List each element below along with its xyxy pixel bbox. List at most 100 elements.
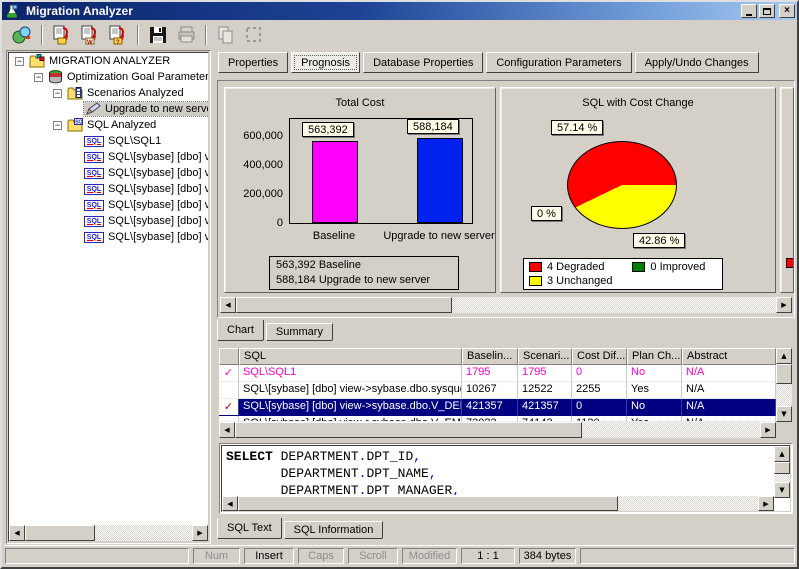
scroll-thumb[interactable] xyxy=(238,496,618,511)
column-header-scenario[interactable]: Scenari... xyxy=(518,348,572,365)
tab-configuration-parameters[interactable]: Configuration Parameters xyxy=(486,52,631,73)
tree-item-sql[interactable]: SQL SQL\[sybase] [dbo] v xyxy=(9,149,208,165)
scroll-track[interactable] xyxy=(238,496,758,511)
minimize-button[interactable] xyxy=(741,4,757,18)
scroll-track[interactable] xyxy=(774,462,790,482)
grid-row[interactable]: ✓ SQL\SQL1 1795 1795 0 No N/A xyxy=(219,365,792,382)
tab-chart[interactable]: Chart xyxy=(217,320,264,341)
scroll-up-icon[interactable]: ▲ xyxy=(774,446,790,462)
scroll-thumb[interactable] xyxy=(774,462,790,474)
scroll-thumb[interactable] xyxy=(776,364,792,384)
scroll-track[interactable] xyxy=(236,297,776,313)
row-check-icon[interactable]: ✓ xyxy=(219,399,239,416)
grid-hscrollbar[interactable]: ◀ ▶ xyxy=(219,422,776,438)
tab-summary[interactable]: Summary xyxy=(266,323,333,341)
tree-item-optimization-goal-parameter[interactable]: − Optimization Goal Parameter xyxy=(9,69,208,85)
scroll-thumb[interactable] xyxy=(25,525,95,541)
status-panel-position: 1 : 1 xyxy=(461,548,515,564)
tree-item-migration-analyzer[interactable]: − MIGRATION ANALYZER xyxy=(9,53,208,69)
tree-item-sql-analyzed[interactable]: − SQL SQL Analyzed xyxy=(9,117,208,133)
tab-sql-information[interactable]: SQL Information xyxy=(284,521,384,539)
bar-plot: 0 200,000 400,000 600,000 563,392 588,18… xyxy=(289,118,473,224)
export-report-word-icon: W xyxy=(79,25,101,45)
tree-item-sql[interactable]: SQL SQL\[sybase] [dbo] v xyxy=(9,181,208,197)
export-report-1-button[interactable] xyxy=(48,22,76,47)
tree-item-upgrade-to-new-server[interactable]: Upgrade to new serve xyxy=(9,101,208,117)
scroll-down-icon[interactable]: ▼ xyxy=(776,406,792,422)
grid-header: SQL Baselin... Scenari... Cost Dif... Pl… xyxy=(219,348,792,365)
scroll-up-icon[interactable]: ▲ xyxy=(776,348,792,364)
print-icon xyxy=(175,25,197,45)
sql-result-grid: SQL Baselin... Scenari... Cost Dif... Pl… xyxy=(219,348,792,422)
sql-hscrollbar[interactable]: ◀ ▶ xyxy=(222,496,774,511)
toolbar-separator xyxy=(137,25,139,45)
tree-selection: Upgrade to new serve xyxy=(84,102,209,116)
column-header-abstract[interactable]: Abstract xyxy=(682,348,776,365)
scroll-left-icon[interactable]: ◀ xyxy=(9,525,25,541)
scroll-track[interactable] xyxy=(25,525,192,541)
sql-text-panel: SELECT DEPARTMENT.DPT_ID, DEPARTMENT.DPT… xyxy=(219,443,793,514)
tree-item-label: Upgrade to new serve xyxy=(105,103,209,115)
scroll-down-icon[interactable]: ▼ xyxy=(774,482,790,498)
column-header-plan-ch[interactable]: Plan Ch... xyxy=(627,348,682,365)
tab-apply-undo-changes[interactable]: Apply/Undo Changes xyxy=(635,52,759,73)
tree-item-sql[interactable]: SQL SQL\SQL1 xyxy=(9,133,208,149)
scroll-track[interactable] xyxy=(776,364,792,406)
grid-row[interactable]: SQL\[sybase] [dbo] view->sybase.dbo.sysq… xyxy=(219,382,792,399)
export-report-3-button[interactable]: ? xyxy=(104,22,132,47)
column-header-check[interactable] xyxy=(219,348,239,365)
status-panel-size: 384 bytes xyxy=(519,548,576,564)
tree-item-sql[interactable]: SQL SQL\[sybase] [dbo] v xyxy=(9,197,208,213)
tree-hscrollbar[interactable]: ◀ ▶ xyxy=(9,525,208,541)
grid-row-selected[interactable]: ✓ SQL\[sybase] [dbo] view->sybase.dbo.V_… xyxy=(219,399,792,416)
collapse-icon[interactable]: − xyxy=(34,73,43,82)
chart-title: Total Cost xyxy=(225,97,495,109)
scroll-left-icon[interactable]: ◀ xyxy=(222,496,238,511)
tab-database-properties[interactable]: Database Properties xyxy=(363,52,483,73)
sql-icon: SQL xyxy=(84,232,104,243)
scroll-right-icon[interactable]: ▶ xyxy=(776,297,792,313)
scroll-right-icon[interactable]: ▶ xyxy=(192,525,208,541)
tab-properties[interactable]: Properties xyxy=(218,52,288,73)
tree-item-sql[interactable]: SQL SQL\[sybase] [dbo] v xyxy=(9,165,208,181)
y-tick-label: 0 xyxy=(277,217,283,229)
sql-cost-change-chart: SQL with Cost Change 57.14 % 0 % 42.86 %… xyxy=(500,87,776,293)
column-header-cost-dif[interactable]: Cost Dif... xyxy=(572,348,627,365)
analyze-wizard-icon xyxy=(11,25,33,45)
tab-prognosis[interactable]: Prognosis xyxy=(291,52,360,73)
tab-sql-text[interactable]: SQL Text xyxy=(217,518,282,539)
tree-item-sql[interactable]: SQL SQL\[sybase] [dbo] v xyxy=(9,229,208,245)
collapse-icon[interactable]: − xyxy=(15,57,24,66)
y-tick-label: 400,000 xyxy=(243,159,283,171)
export-report-word-button[interactable]: W xyxy=(76,22,104,47)
scroll-thumb[interactable] xyxy=(235,422,582,438)
sql-text[interactable]: SELECT DEPARTMENT.DPT_ID, DEPARTMENT.DPT… xyxy=(226,448,770,495)
sql-vscrollbar[interactable]: ▲ ▼ xyxy=(774,446,790,498)
maximize-button[interactable] xyxy=(759,4,775,18)
tree-item-sql[interactable]: SQL SQL\[sybase] [dbo] v xyxy=(9,213,208,229)
scroll-thumb[interactable] xyxy=(236,297,452,313)
analyze-wizard-button[interactable] xyxy=(8,22,36,47)
scroll-left-icon[interactable]: ◀ xyxy=(219,422,235,438)
scroll-right-icon[interactable]: ▶ xyxy=(758,496,774,511)
column-header-sql[interactable]: SQL xyxy=(239,348,462,365)
row-check-icon[interactable] xyxy=(219,382,239,399)
close-button[interactable]: × xyxy=(779,4,795,18)
status-panel-caps: Caps xyxy=(298,548,344,564)
maximize-icon xyxy=(763,8,771,15)
scroll-track[interactable] xyxy=(235,422,760,438)
folder-scenarios-icon xyxy=(67,86,83,100)
bar-chart-legend: 563,392 Baseline 588,184 Upgrade to new … xyxy=(269,256,459,290)
status-panel-extra xyxy=(580,548,795,564)
scroll-right-icon[interactable]: ▶ xyxy=(760,422,776,438)
chart-hscrollbar[interactable]: ◀ ▶ xyxy=(220,297,792,313)
scroll-left-icon[interactable]: ◀ xyxy=(220,297,236,313)
column-header-baseline[interactable]: Baselin... xyxy=(462,348,518,365)
save-button[interactable] xyxy=(144,22,172,47)
tree-item-scenarios-analyzed[interactable]: − Scenarios Analyzed xyxy=(9,85,208,101)
grid-vscrollbar[interactable]: ▲ ▼ xyxy=(776,348,792,422)
collapse-icon[interactable]: − xyxy=(53,89,62,98)
status-panel-message xyxy=(5,548,189,564)
row-check-icon[interactable]: ✓ xyxy=(219,365,239,382)
collapse-icon[interactable]: − xyxy=(53,121,62,130)
